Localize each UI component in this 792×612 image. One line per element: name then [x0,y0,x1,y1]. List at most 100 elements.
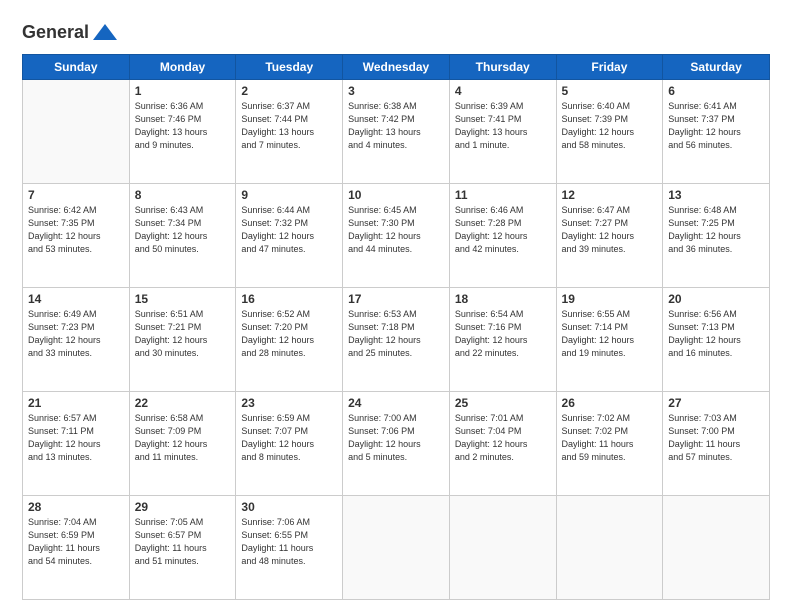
calendar-cell: 16 Sunrise: 6:52 AM Sunset: 7:20 PM Dayli… [236,288,343,392]
day-number: 23 [241,396,337,410]
day-number: 19 [562,292,658,306]
day-number: 26 [562,396,658,410]
calendar-week-row: 28Sunrise: 7:04 AM Sunset: 6:59 PM Dayli… [23,496,770,600]
day-number: 6 [668,84,764,98]
calendar-cell: 19 Sunrise: 6:55 AM Sunset: 7:14 PM Dayli… [556,288,663,392]
calendar-cell: 28Sunrise: 7:04 AM Sunset: 6:59 PM Dayli… [23,496,130,600]
day-number: 18 [455,292,551,306]
day-number: 20 [668,292,764,306]
calendar-week-row: 1 Sunrise: 6:36 AM Sunset: 7:46 PM Daylig… [23,80,770,184]
day-number: 13 [668,188,764,202]
day-info: Sunrise: 6:47 AM Sunset: 7:27 PM Dayligh… [562,204,658,256]
day-number: 12 [562,188,658,202]
calendar-cell: 6 Sunrise: 6:41 AM Sunset: 7:37 PM Daylig… [663,80,770,184]
day-info: Sunrise: 6:49 AM Sunset: 7:23 PM Dayligh… [28,308,124,360]
day-number: 14 [28,292,124,306]
logo-icon [91,22,119,44]
day-info: Sunrise: 6:43 AM Sunset: 7:34 PM Dayligh… [135,204,231,256]
calendar-cell: 21 Sunrise: 6:57 AM Sunset: 7:11 PM Dayli… [23,392,130,496]
day-number: 1 [135,84,231,98]
day-number: 3 [348,84,444,98]
calendar-cell: 12 Sunrise: 6:47 AM Sunset: 7:27 PM Dayli… [556,184,663,288]
calendar-cell: 17Sunrise: 6:53 AM Sunset: 7:18 PM Dayli… [343,288,450,392]
day-info: Sunrise: 6:38 AM Sunset: 7:42 PM Dayligh… [348,100,444,152]
day-number: 16 [241,292,337,306]
calendar-cell: 23 Sunrise: 6:59 AM Sunset: 7:07 PM Dayli… [236,392,343,496]
day-header-thursday: Thursday [449,55,556,80]
day-info: Sunrise: 7:01 AM Sunset: 7:04 PM Dayligh… [455,412,551,464]
day-info: Sunrise: 6:55 AM Sunset: 7:14 PM Dayligh… [562,308,658,360]
calendar-cell: 24 Sunrise: 7:00 AM Sunset: 7:06 PM Dayli… [343,392,450,496]
day-info: Sunrise: 6:46 AM Sunset: 7:28 PM Dayligh… [455,204,551,256]
calendar-cell: 18 Sunrise: 6:54 AM Sunset: 7:16 PM Dayli… [449,288,556,392]
day-number: 10 [348,188,444,202]
day-info: Sunrise: 7:00 AM Sunset: 7:06 PM Dayligh… [348,412,444,464]
calendar-cell: 10 Sunrise: 6:45 AM Sunset: 7:30 PM Dayli… [343,184,450,288]
calendar-cell: 9Sunrise: 6:44 AM Sunset: 7:32 PM Daylig… [236,184,343,288]
day-number: 9 [241,188,337,202]
calendar-cell [449,496,556,600]
day-number: 2 [241,84,337,98]
calendar-header-row: SundayMondayTuesdayWednesdayThursdayFrid… [23,55,770,80]
calendar-week-row: 21 Sunrise: 6:57 AM Sunset: 7:11 PM Dayli… [23,392,770,496]
day-info: Sunrise: 6:54 AM Sunset: 7:16 PM Dayligh… [455,308,551,360]
day-number: 8 [135,188,231,202]
day-info: Sunrise: 6:39 AM Sunset: 7:41 PM Dayligh… [455,100,551,152]
day-header-saturday: Saturday [663,55,770,80]
day-info: Sunrise: 6:57 AM Sunset: 7:11 PM Dayligh… [28,412,124,464]
calendar-cell: 5Sunrise: 6:40 AM Sunset: 7:39 PM Daylig… [556,80,663,184]
day-info: Sunrise: 6:36 AM Sunset: 7:46 PM Dayligh… [135,100,231,152]
calendar-cell: 1 Sunrise: 6:36 AM Sunset: 7:46 PM Daylig… [129,80,236,184]
day-number: 4 [455,84,551,98]
calendar-cell: 29 Sunrise: 7:05 AM Sunset: 6:57 PM Dayli… [129,496,236,600]
day-info: Sunrise: 6:42 AM Sunset: 7:35 PM Dayligh… [28,204,124,256]
calendar-table: SundayMondayTuesdayWednesdayThursdayFrid… [22,54,770,600]
day-info: Sunrise: 7:03 AM Sunset: 7:00 PM Dayligh… [668,412,764,464]
header: General [22,18,770,44]
day-info: Sunrise: 6:45 AM Sunset: 7:30 PM Dayligh… [348,204,444,256]
calendar-cell: 20Sunrise: 6:56 AM Sunset: 7:13 PM Dayli… [663,288,770,392]
day-number: 11 [455,188,551,202]
day-number: 24 [348,396,444,410]
calendar-cell: 3 Sunrise: 6:38 AM Sunset: 7:42 PM Daylig… [343,80,450,184]
day-info: Sunrise: 6:41 AM Sunset: 7:37 PM Dayligh… [668,100,764,152]
day-info: Sunrise: 7:05 AM Sunset: 6:57 PM Dayligh… [135,516,231,568]
day-header-sunday: Sunday [23,55,130,80]
calendar-cell: 8 Sunrise: 6:43 AM Sunset: 7:34 PM Daylig… [129,184,236,288]
day-number: 29 [135,500,231,514]
day-info: Sunrise: 6:53 AM Sunset: 7:18 PM Dayligh… [348,308,444,360]
logo: General [22,22,119,44]
calendar-cell [343,496,450,600]
logo-text-general: General [22,23,89,43]
day-number: 21 [28,396,124,410]
calendar-cell: 26Sunrise: 7:02 AM Sunset: 7:02 PM Dayli… [556,392,663,496]
day-info: Sunrise: 6:51 AM Sunset: 7:21 PM Dayligh… [135,308,231,360]
day-number: 15 [135,292,231,306]
day-number: 7 [28,188,124,202]
calendar-cell: 25 Sunrise: 7:01 AM Sunset: 7:04 PM Dayli… [449,392,556,496]
calendar-week-row: 14 Sunrise: 6:49 AM Sunset: 7:23 PM Dayli… [23,288,770,392]
calendar-cell: 30Sunrise: 7:06 AM Sunset: 6:55 PM Dayli… [236,496,343,600]
day-number: 5 [562,84,658,98]
day-number: 30 [241,500,337,514]
calendar-cell: 2 Sunrise: 6:37 AM Sunset: 7:44 PM Daylig… [236,80,343,184]
calendar-cell: 7 Sunrise: 6:42 AM Sunset: 7:35 PM Daylig… [23,184,130,288]
calendar-cell: 4 Sunrise: 6:39 AM Sunset: 7:41 PM Daylig… [449,80,556,184]
calendar-cell: 13 Sunrise: 6:48 AM Sunset: 7:25 PM Dayli… [663,184,770,288]
day-header-friday: Friday [556,55,663,80]
day-header-tuesday: Tuesday [236,55,343,80]
day-number: 28 [28,500,124,514]
calendar-cell [23,80,130,184]
calendar-cell [556,496,663,600]
day-info: Sunrise: 6:59 AM Sunset: 7:07 PM Dayligh… [241,412,337,464]
calendar-cell [663,496,770,600]
calendar-week-row: 7 Sunrise: 6:42 AM Sunset: 7:35 PM Daylig… [23,184,770,288]
day-number: 22 [135,396,231,410]
day-info: Sunrise: 6:37 AM Sunset: 7:44 PM Dayligh… [241,100,337,152]
calendar-cell: 14 Sunrise: 6:49 AM Sunset: 7:23 PM Dayli… [23,288,130,392]
day-info: Sunrise: 6:52 AM Sunset: 7:20 PM Dayligh… [241,308,337,360]
day-info: Sunrise: 6:48 AM Sunset: 7:25 PM Dayligh… [668,204,764,256]
day-number: 25 [455,396,551,410]
day-info: Sunrise: 6:58 AM Sunset: 7:09 PM Dayligh… [135,412,231,464]
day-header-monday: Monday [129,55,236,80]
